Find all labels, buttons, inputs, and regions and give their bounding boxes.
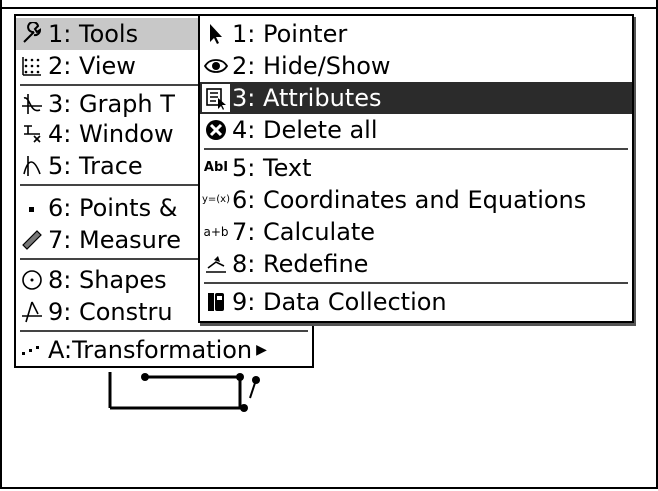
coordinates-icon: y=(x) <box>201 194 231 205</box>
menu-item-label: 2: View <box>48 52 136 80</box>
submenu-item-calculate[interactable]: a+b 7: Calculate <box>200 216 632 248</box>
menu-separator <box>204 282 628 284</box>
construction-icon <box>18 298 46 326</box>
menu-item-label: 3: Graph T <box>48 90 175 118</box>
tools-submenu: 1: Pointer 2: Hide/Show 3: Attributes 4:… <box>198 14 634 323</box>
menu-item-label: 5: Text <box>232 154 312 182</box>
submenu-item-coordinates[interactable]: y=(x) 6: Coordinates and Equations <box>200 184 632 216</box>
submenu-item-attributes[interactable]: 3: Attributes <box>200 82 632 114</box>
transformation-icon <box>18 336 46 364</box>
text-icon: AbI <box>203 160 229 175</box>
submenu-item-redefine[interactable]: 8: Redefine <box>200 248 632 280</box>
menu-item-label: A:Transformation <box>48 336 253 364</box>
data-collection-icon <box>202 288 230 316</box>
redefine-icon <box>202 250 230 278</box>
window-zoom-icon <box>18 120 46 148</box>
menu-separator <box>204 148 628 150</box>
menu-item-label: 6: Points & <box>48 194 178 222</box>
point <box>141 373 149 381</box>
submenu-item-hide-show[interactable]: 2: Hide/Show <box>200 50 632 82</box>
menu-item-label: 8: Shapes <box>48 266 167 294</box>
menu-item-label: 1: Pointer <box>232 20 348 48</box>
point <box>252 376 260 384</box>
menu-item-transformation[interactable]: A:Transformation ▶ <box>16 334 312 366</box>
menu-item-label: 7: Measure <box>48 226 181 254</box>
submenu-arrow-icon: ▶ <box>256 342 267 358</box>
trace-icon <box>18 152 46 180</box>
pointer-arrow-icon <box>202 20 230 48</box>
menu-item-label: 3: Attributes <box>232 84 382 112</box>
grid-icon <box>18 52 46 80</box>
point <box>240 404 248 412</box>
menu-item-label: 8: Redefine <box>232 250 369 278</box>
delete-all-icon <box>202 116 230 144</box>
menu-item-label: 5: Trace <box>48 152 143 180</box>
menu-item-label: 6: Coordinates and Equations <box>232 186 587 214</box>
submenu-item-pointer[interactable]: 1: Pointer <box>200 18 632 50</box>
ruler-icon <box>18 226 46 254</box>
menu-item-label: 9: Constru <box>48 298 173 326</box>
menu-separator <box>20 330 308 332</box>
menu-item-label: 4: Delete all <box>232 116 378 144</box>
submenu-item-data-collection[interactable]: 9: Data Collection <box>200 286 632 318</box>
graph-type-icon <box>18 90 46 118</box>
calculate-icon: a+b <box>203 225 229 239</box>
eye-icon <box>202 52 230 80</box>
point-icon <box>18 194 46 222</box>
submenu-item-text[interactable]: AbI 5: Text <box>200 152 632 184</box>
menu-item-label: 2: Hide/Show <box>232 52 391 80</box>
menu-item-label: 4: Window <box>48 120 174 148</box>
menu-item-label: 9: Data Collection <box>232 288 447 316</box>
menu-item-label: 7: Calculate <box>232 218 376 246</box>
menu-item-label: 1: Tools <box>48 20 139 48</box>
submenu-item-delete-all[interactable]: 4: Delete all <box>200 114 632 146</box>
wrench-icon <box>18 20 46 48</box>
circle-shape-icon <box>18 266 46 294</box>
attributes-icon <box>202 84 230 112</box>
point <box>236 373 244 381</box>
